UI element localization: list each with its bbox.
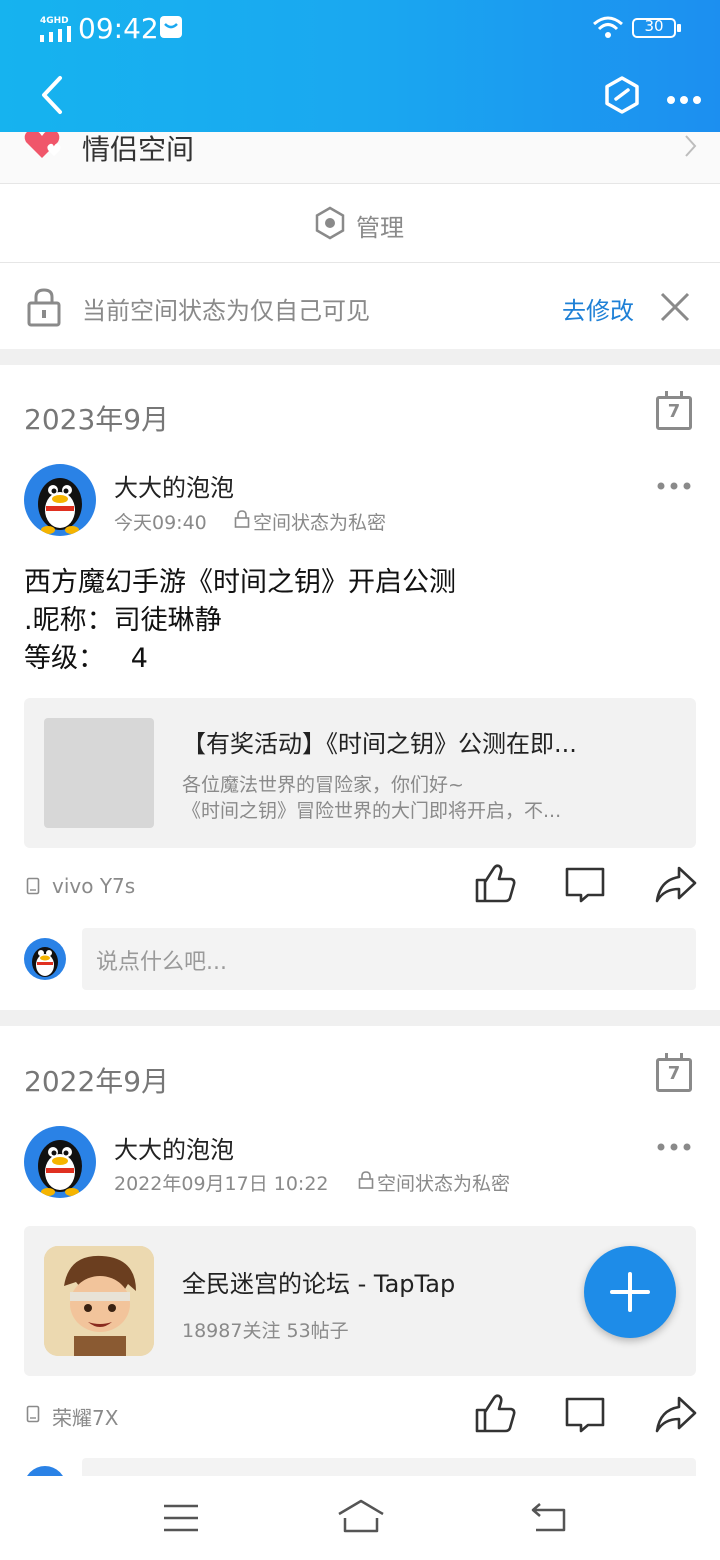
manage-icon [315, 206, 345, 240]
comment-placeholder: 说点什么吧... [96, 950, 227, 975]
share-icon[interactable] [654, 864, 698, 904]
notice-text: 当前空间状态为仅自己可见 [82, 297, 370, 325]
couple-space-label: 情侣空间 [82, 133, 195, 166]
manage-row[interactable]: 管理 [0, 184, 720, 262]
post-text: 西方魔幻手游《时间之钥》开启公测 .昵称：司徒琳静 等级： 4 [24, 564, 456, 678]
like-icon[interactable] [474, 862, 518, 904]
thumbnail-placeholder [44, 718, 154, 828]
game-icon [44, 1246, 154, 1356]
calendar-icon[interactable]: 7 [656, 1053, 692, 1092]
like-icon[interactable] [474, 1392, 518, 1434]
post-time: 2022年09月17日 10:22 [114, 1173, 329, 1195]
back-button[interactable] [36, 74, 68, 116]
add-post-button[interactable] [584, 1246, 676, 1338]
section-divider [0, 1010, 720, 1026]
more-button[interactable] [666, 90, 706, 104]
card-title: 【有奖活动】《时间之钥》公测在即... [182, 730, 577, 758]
my-avatar [24, 938, 66, 980]
privacy-label: 空间状态为私密 [253, 512, 387, 534]
comment-input[interactable]: 说点什么吧... [82, 928, 696, 990]
couple-space-row[interactable]: 情侣空间 [0, 129, 720, 183]
month-heading: 2022年9月 [24, 1065, 170, 1098]
lock-small-icon [234, 510, 250, 528]
status-time: 09:42 [78, 12, 159, 45]
section-divider [0, 349, 720, 365]
avatar[interactable] [24, 1126, 96, 1198]
home-icon[interactable] [336, 1498, 386, 1538]
post-line: 等级： 4 [24, 643, 148, 674]
privacy-label: 空间状态为私密 [377, 1173, 511, 1195]
phone-icon [26, 877, 40, 895]
return-icon[interactable] [528, 1500, 570, 1536]
plus-icon [610, 1272, 650, 1312]
post-time: 今天09:40 [114, 512, 207, 534]
post-more-icon[interactable] [656, 480, 692, 492]
card-desc: 各位魔法世界的冒险家，你们好~ [182, 774, 464, 796]
lock-icon [27, 288, 61, 327]
top-header: 4GHD 09:42 30 [0, 0, 720, 132]
card-desc: 18987关注 53帖子 [182, 1320, 349, 1342]
penguin-icon [38, 478, 82, 534]
menu-icon[interactable] [162, 1502, 200, 1534]
card-desc: 《时间之钥》冒险世界的大门即将开启，不... [182, 800, 562, 822]
phone-icon [26, 1405, 40, 1423]
comment-icon[interactable] [564, 1396, 606, 1434]
share-icon[interactable] [654, 1394, 698, 1434]
author-name[interactable]: 大大的泡泡 [114, 1130, 234, 1165]
system-nav-bar [0, 1476, 720, 1560]
calendar-icon[interactable]: 7 [656, 391, 692, 430]
privacy-notice: 当前空间状态为仅自己可见 去修改 [0, 263, 720, 349]
card-title: 全民迷宫的论坛 - TapTap [182, 1270, 456, 1298]
author-name[interactable]: 大大的泡泡 [114, 468, 234, 503]
post-more-icon[interactable] [656, 1141, 692, 1153]
post-line: 西方魔幻手游《时间之钥》开启公测 [24, 567, 456, 598]
avatar[interactable] [24, 464, 96, 536]
wifi-icon [593, 16, 623, 38]
penguin-icon [38, 1140, 82, 1196]
battery-tip [677, 24, 681, 32]
post-line: .昵称：司徒琳静 [24, 605, 222, 636]
device-label: vivo Y7s [52, 874, 136, 898]
comment-icon[interactable] [564, 866, 606, 904]
hexagon-icon[interactable] [602, 75, 642, 115]
modify-link[interactable]: 去修改 [562, 291, 634, 326]
battery-icon: 30 [632, 17, 676, 38]
shared-link-card[interactable]: 【有奖活动】《时间之钥》公测在即... 各位魔法世界的冒险家，你们好~ 《时间之… [24, 698, 696, 848]
chevron-right-icon [685, 135, 697, 157]
message-icon [160, 16, 182, 38]
manage-label: 管理 [356, 214, 404, 242]
close-icon[interactable] [658, 290, 692, 324]
lock-small-icon [358, 1171, 374, 1189]
signal-icon: 4GHD [40, 16, 74, 42]
penguin-icon [32, 947, 58, 977]
device-label: 荣耀7X [52, 1406, 119, 1430]
month-heading: 2023年9月 [24, 403, 170, 436]
